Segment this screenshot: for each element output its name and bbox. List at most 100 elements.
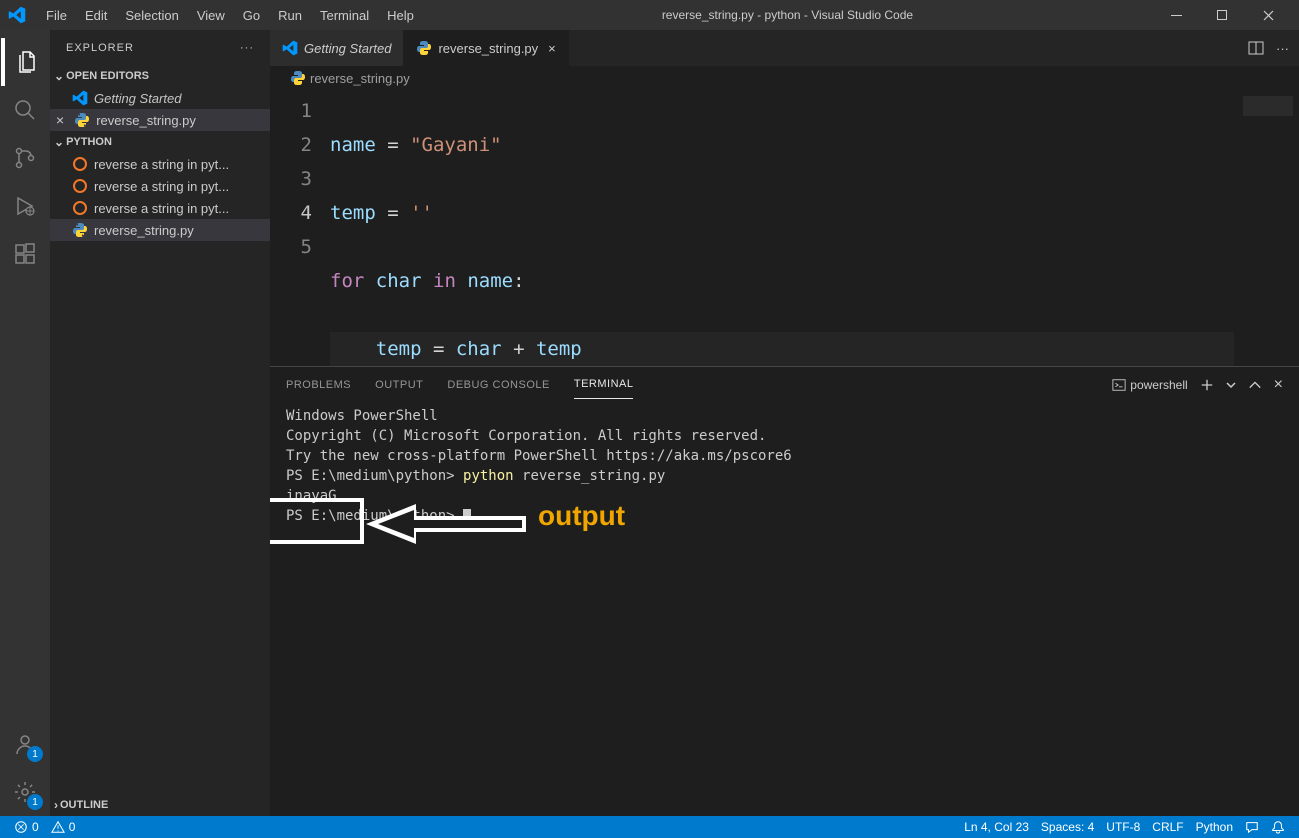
- file-label: reverse_string.py: [96, 113, 196, 128]
- breadcrumbs[interactable]: reverse_string.py: [270, 66, 1299, 90]
- file-label: Getting Started: [94, 91, 181, 106]
- jupyter-icon: [72, 200, 88, 216]
- file-label: reverse a string in pyt...: [94, 179, 229, 194]
- outline-label: OUTLINE: [60, 799, 108, 811]
- settings-gear-icon[interactable]: 1: [1, 768, 49, 816]
- explorer-more-icon[interactable]: ···: [240, 42, 254, 54]
- source-control-icon[interactable]: [1, 134, 49, 182]
- warning-icon: [51, 820, 65, 834]
- accounts-icon[interactable]: 1: [1, 720, 49, 768]
- status-feedback-icon[interactable]: [1239, 820, 1265, 834]
- status-encoding[interactable]: UTF-8: [1100, 820, 1146, 834]
- status-eol[interactable]: CRLF: [1146, 820, 1189, 834]
- terminal-dropdown-icon[interactable]: [1226, 380, 1236, 390]
- settings-badge: 1: [27, 794, 43, 810]
- window-title: reverse_string.py - python - Visual Stud…: [422, 8, 1153, 22]
- python-file-icon: [416, 40, 432, 56]
- maximize-panel-icon[interactable]: [1248, 378, 1262, 392]
- folder-label: PYTHON: [66, 136, 112, 148]
- status-warnings[interactable]: 0: [45, 820, 82, 834]
- explorer-icon[interactable]: [1, 38, 49, 86]
- file-reverse-string[interactable]: reverse_string.py: [50, 219, 270, 241]
- menu-terminal[interactable]: Terminal: [312, 4, 377, 27]
- panel-tabs: PROBLEMS OUTPUT DEBUG CONSOLE TERMINAL p…: [270, 367, 1299, 402]
- close-button[interactable]: [1245, 0, 1291, 30]
- chevron-down-icon: ⌄: [54, 135, 64, 149]
- terminal-line: Copyright (C) Microsoft Corporation. All…: [286, 426, 1283, 446]
- menu-help[interactable]: Help: [379, 4, 422, 27]
- python-file-icon: [74, 112, 90, 128]
- annotation-label: output: [538, 506, 625, 526]
- panel-tab-problems[interactable]: PROBLEMS: [286, 371, 351, 399]
- terminal-line: Try the new cross-platform PowerShell ht…: [286, 446, 1283, 466]
- tab-reverse-string[interactable]: reverse_string.py ×: [404, 30, 568, 66]
- tab-getting-started[interactable]: Getting Started: [270, 30, 404, 66]
- jupyter-icon: [72, 156, 88, 172]
- split-editor-icon[interactable]: [1248, 40, 1264, 56]
- menu-run[interactable]: Run: [270, 4, 310, 27]
- extensions-icon[interactable]: [1, 230, 49, 278]
- search-icon[interactable]: [1, 86, 49, 134]
- maximize-button[interactable]: [1199, 0, 1245, 30]
- menu-go[interactable]: Go: [235, 4, 268, 27]
- file-notebook-3[interactable]: reverse a string in pyt...: [50, 197, 270, 219]
- python-file-icon: [290, 70, 306, 86]
- panel-tab-debug[interactable]: DEBUG CONSOLE: [447, 371, 549, 399]
- bottom-panel: PROBLEMS OUTPUT DEBUG CONSOLE TERMINAL p…: [270, 366, 1299, 816]
- file-label: reverse a string in pyt...: [94, 157, 229, 172]
- file-label: reverse a string in pyt...: [94, 201, 229, 216]
- panel-tab-terminal[interactable]: TERMINAL: [574, 370, 634, 399]
- jupyter-icon: [72, 178, 88, 194]
- menu-edit[interactable]: Edit: [77, 4, 115, 27]
- annotation-box: [270, 498, 364, 544]
- folder-section[interactable]: ⌄ PYTHON: [50, 131, 270, 153]
- window-controls: [1153, 0, 1291, 30]
- status-indentation[interactable]: Spaces: 4: [1035, 820, 1100, 834]
- file-label: reverse_string.py: [94, 223, 194, 238]
- open-editor-getting-started[interactable]: Getting Started: [50, 87, 270, 109]
- open-editors-section[interactable]: ⌄ OPEN EDITORS: [50, 65, 270, 87]
- status-notifications-icon[interactable]: [1265, 820, 1291, 834]
- tab-label: Getting Started: [304, 41, 391, 56]
- status-cursor-position[interactable]: Ln 4, Col 23: [958, 820, 1035, 834]
- status-errors[interactable]: 0: [8, 820, 45, 834]
- outline-section[interactable]: › OUTLINE: [50, 794, 270, 816]
- minimize-button[interactable]: [1153, 0, 1199, 30]
- chevron-down-icon: ⌄: [54, 69, 64, 83]
- close-icon[interactable]: ×: [56, 112, 64, 128]
- editor-content[interactable]: 1 2 3 4 5 name = "Gayani" temp = '' for …: [270, 90, 1299, 366]
- file-notebook-2[interactable]: reverse a string in pyt...: [50, 175, 270, 197]
- vscode-doc-icon: [282, 40, 298, 56]
- run-debug-icon[interactable]: [1, 182, 49, 230]
- menu-selection[interactable]: Selection: [117, 4, 186, 27]
- new-terminal-icon[interactable]: [1200, 378, 1214, 392]
- terminal-content[interactable]: Windows PowerShell Copyright (C) Microso…: [270, 402, 1299, 816]
- accounts-badge: 1: [27, 746, 43, 762]
- code-content[interactable]: name = "Gayani" temp = '' for char in na…: [330, 90, 1234, 366]
- file-notebook-1[interactable]: reverse a string in pyt...: [50, 153, 270, 175]
- terminal-shell-selector[interactable]: powershell: [1112, 378, 1187, 392]
- open-editors-label: OPEN EDITORS: [66, 70, 149, 82]
- editor-tabs: Getting Started reverse_string.py × ···: [270, 30, 1299, 66]
- python-file-icon: [72, 222, 88, 238]
- menu-view[interactable]: View: [189, 4, 233, 27]
- vscode-doc-icon: [72, 90, 88, 106]
- open-editor-reverse-string[interactable]: × reverse_string.py: [50, 109, 270, 131]
- tab-close-icon[interactable]: ×: [548, 41, 556, 56]
- terminal-command-line: PS E:\medium\python> python reverse_stri…: [286, 466, 1283, 486]
- terminal-prompt: PS E:\medium\python>: [286, 506, 1283, 526]
- error-icon: [14, 820, 28, 834]
- close-panel-icon[interactable]: ×: [1274, 376, 1283, 394]
- breadcrumb-label: reverse_string.py: [310, 71, 410, 86]
- panel-tab-output[interactable]: OUTPUT: [375, 371, 423, 399]
- menu-file[interactable]: File: [38, 4, 75, 27]
- vscode-logo-icon: [8, 6, 26, 24]
- tab-label: reverse_string.py: [438, 41, 538, 56]
- status-language[interactable]: Python: [1190, 820, 1239, 834]
- title-bar: File Edit Selection View Go Run Terminal…: [0, 0, 1299, 30]
- terminal-line: Windows PowerShell: [286, 406, 1283, 426]
- editor-area: Getting Started reverse_string.py × ··· …: [270, 30, 1299, 816]
- editor-more-icon[interactable]: ···: [1276, 41, 1289, 56]
- minimap[interactable]: [1234, 90, 1299, 366]
- explorer-title: EXPLORER: [66, 42, 134, 54]
